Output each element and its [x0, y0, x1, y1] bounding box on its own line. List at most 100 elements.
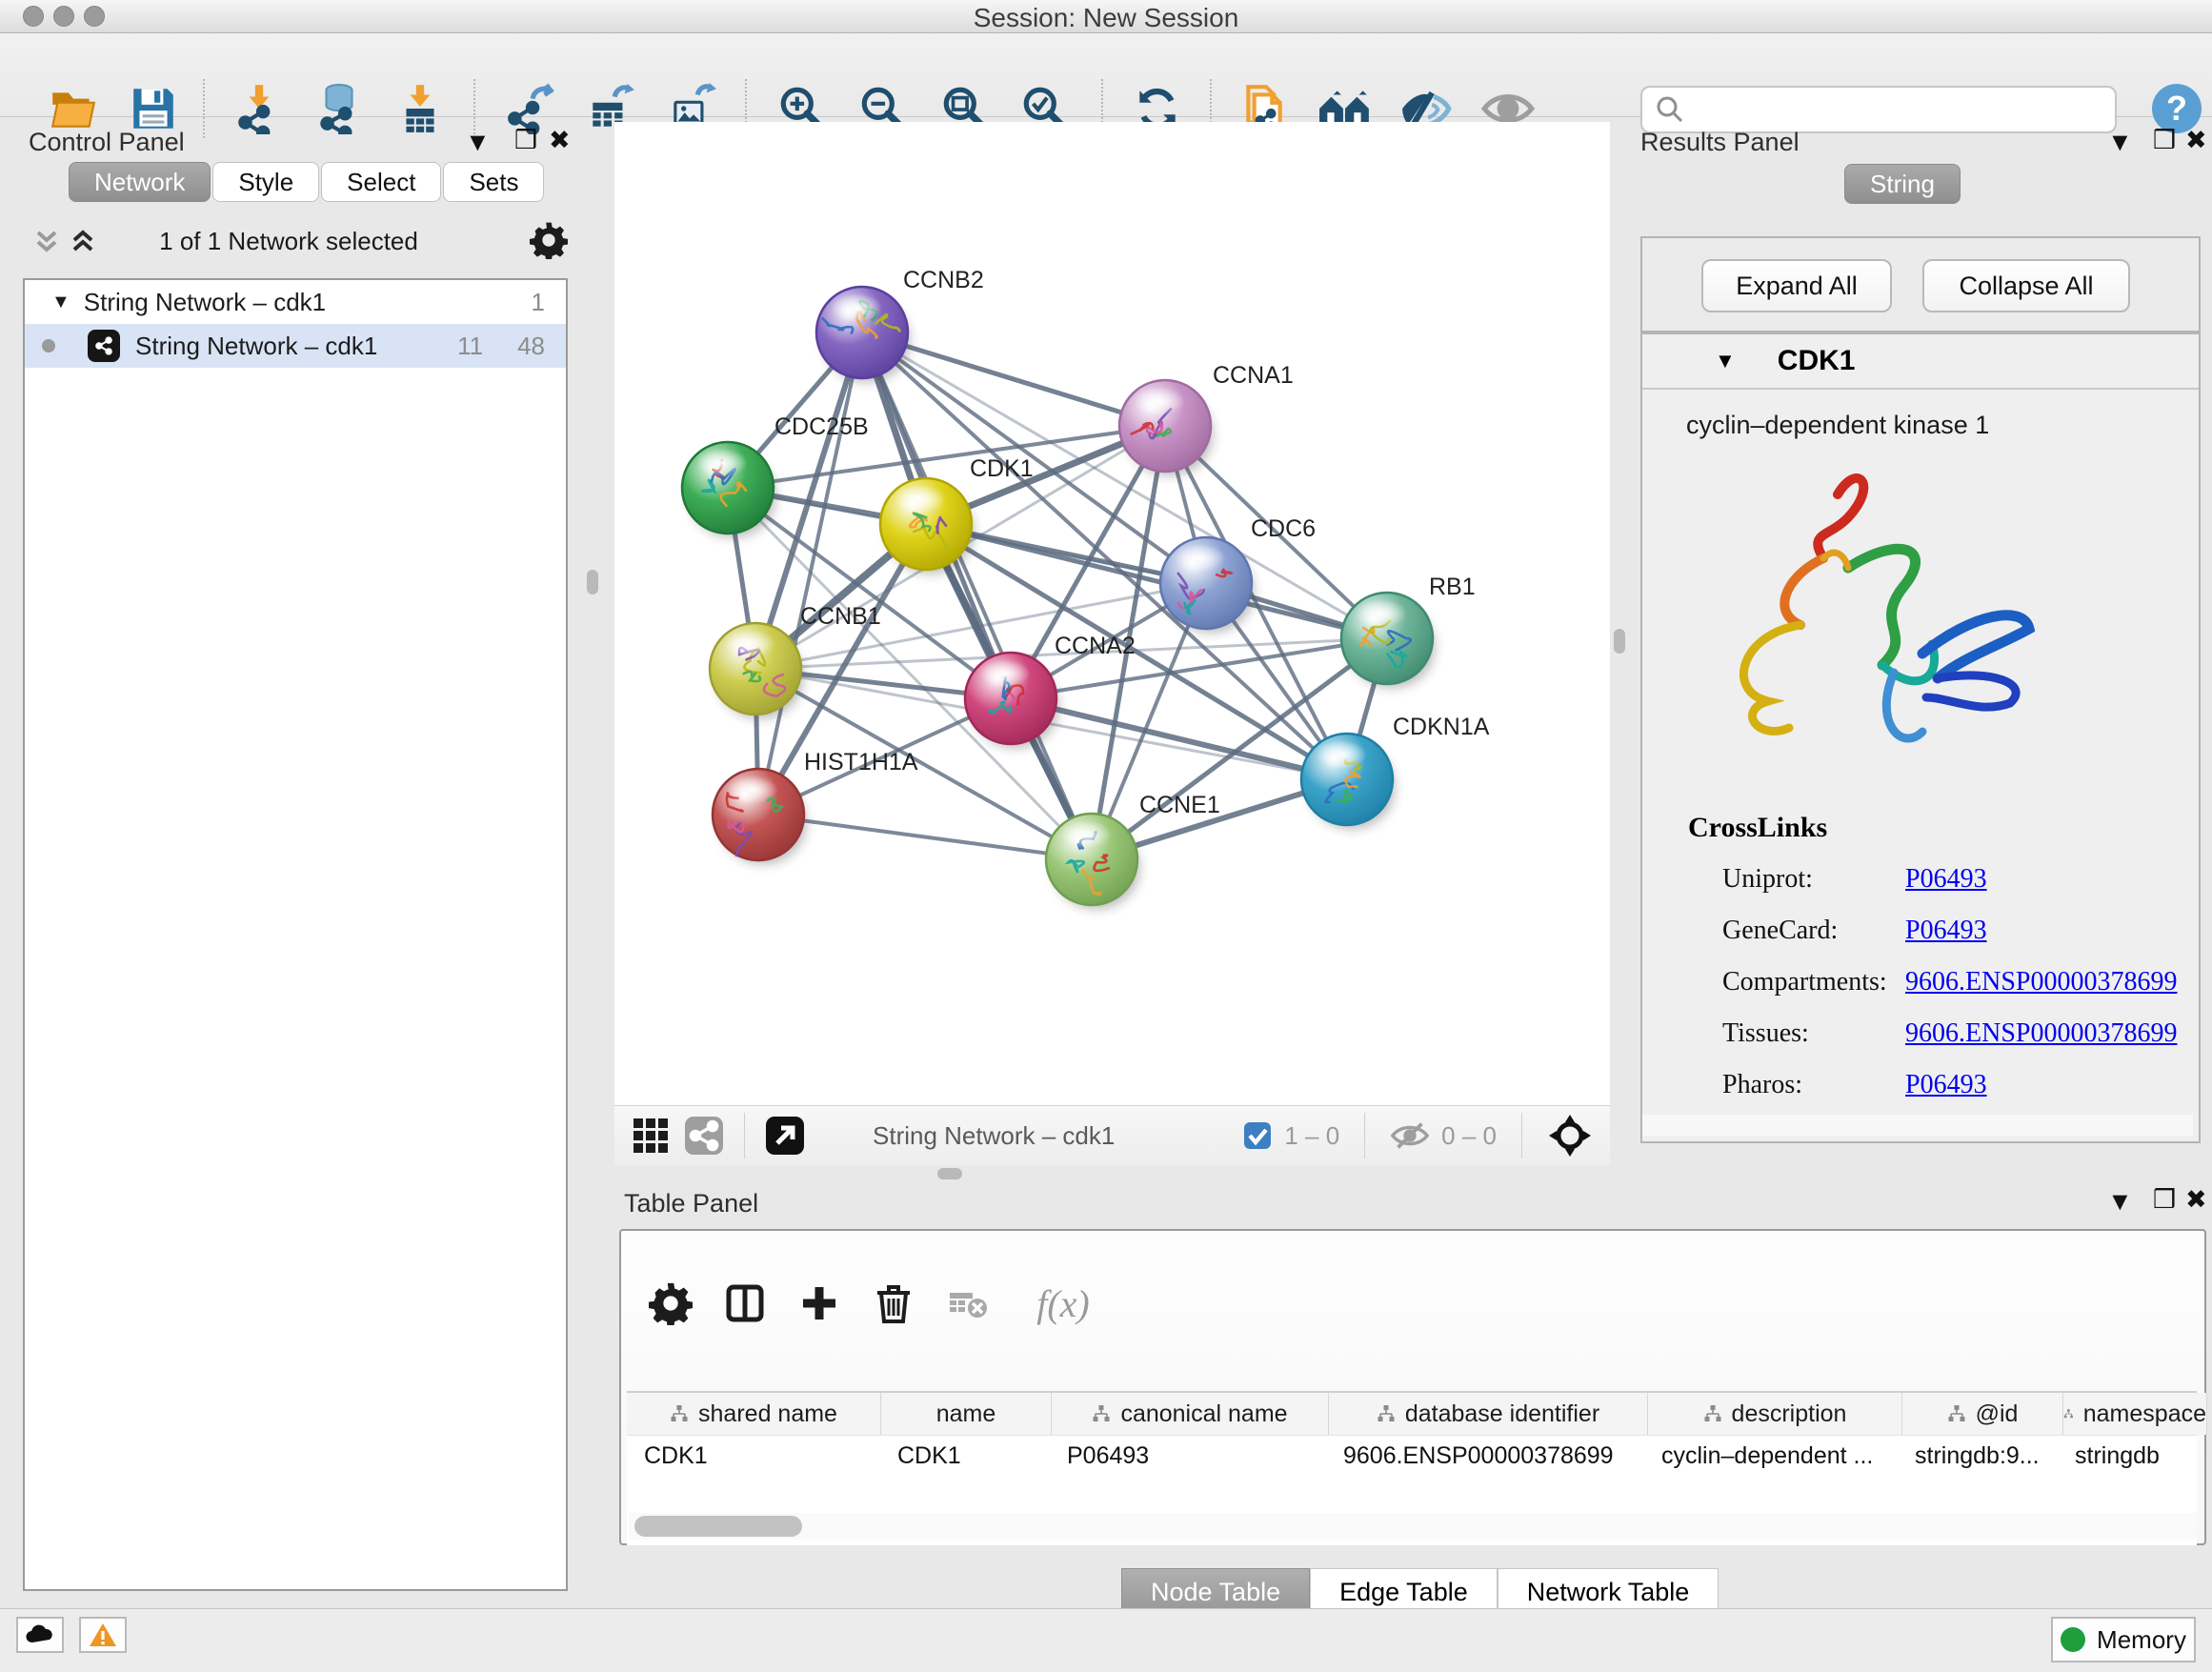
results-node-box: ▼ CDK1 cyclin–dependent kinase 1 CrossLi…: [1640, 332, 2201, 1143]
table-panel: Table Panel ▼ ❒ ✖ f(x) shared namenameca…: [614, 1181, 2206, 1601]
network-node-hist1h1a[interactable]: [713, 769, 807, 865]
network-node-ccna2[interactable]: [965, 653, 1059, 749]
column-header-description[interactable]: description: [1648, 1393, 1902, 1435]
splitter-grip[interactable]: [937, 1168, 962, 1179]
open-in-window-icon[interactable]: [758, 1109, 812, 1162]
network-collection-row[interactable]: ▼ String Network – cdk1 1: [25, 280, 566, 324]
table-cell[interactable]: CDK1: [627, 1436, 880, 1476]
grid-view-icon[interactable]: [624, 1109, 677, 1162]
tab-style[interactable]: Style: [212, 162, 319, 202]
results-horizontal-scrollbar[interactable]: [1642, 1115, 2193, 1136]
network-node-cdc25b[interactable]: [682, 442, 776, 538]
search-input[interactable]: [1692, 94, 2107, 126]
network-node-ccne1[interactable]: [1046, 814, 1140, 910]
network-view-toolbar: String Network – cdk1 1 – 0 0 – 0: [614, 1105, 1610, 1165]
network-overview-icon[interactable]: [677, 1109, 731, 1162]
network-edge[interactable]: [862, 332, 1092, 859]
network-edge[interactable]: [926, 524, 1387, 638]
table-header-row: shared namenamecanonical namedatabase id…: [627, 1393, 2197, 1435]
add-column-icon[interactable]: [793, 1277, 846, 1330]
column-header-canonicalname[interactable]: canonical name: [1052, 1393, 1329, 1435]
panel-menu-icon[interactable]: ▼: [465, 130, 491, 155]
network-edge[interactable]: [758, 815, 1092, 859]
node-section-header[interactable]: ▼ CDK1: [1642, 334, 2199, 390]
panel-menu-icon[interactable]: ▼: [2107, 130, 2133, 155]
network-row[interactable]: String Network – cdk1 11 48: [25, 324, 566, 368]
results-panel: Results Panel ▼ ❒ ✖ String Expand All Co…: [1631, 122, 2206, 1168]
table-cell[interactable]: stringdb: [2058, 1436, 2201, 1476]
collection-expand-icon[interactable]: ▼: [51, 292, 70, 313]
table-row[interactable]: CDK1CDK1P064939606.ENSP00000378699cyclin…: [627, 1435, 2197, 1476]
scrollbar-thumb[interactable]: [634, 1516, 802, 1537]
crosslink-label: Pharos:: [1722, 1070, 1905, 1100]
table-cell[interactable]: 9606.ENSP00000378699: [1326, 1436, 1644, 1476]
delete-table-icon[interactable]: [941, 1277, 995, 1330]
crosslink-label: Uniprot:: [1722, 864, 1905, 895]
column-header-name[interactable]: name: [881, 1393, 1052, 1435]
crosslink-link[interactable]: P06493: [1905, 864, 1987, 895]
tab-network[interactable]: Network: [69, 162, 211, 202]
selected-checkbox-icon[interactable]: [1242, 1120, 1273, 1151]
expand-all-button[interactable]: Expand All: [1701, 259, 1892, 312]
network-node-cdkn1a[interactable]: [1301, 734, 1396, 830]
network-node-cdk1[interactable]: [880, 478, 975, 574]
splitter-grip[interactable]: [1614, 629, 1625, 654]
table-options-gear-icon[interactable]: [644, 1277, 697, 1330]
network-node-ccna1[interactable]: [1119, 380, 1214, 476]
panel-close-icon[interactable]: ✖: [2185, 1187, 2207, 1213]
search-icon: [1654, 93, 1686, 126]
show-columns-icon[interactable]: [718, 1277, 772, 1330]
panel-close-icon[interactable]: ✖: [549, 128, 571, 153]
column-header-sharedname[interactable]: shared name: [627, 1393, 881, 1435]
panel-float-icon[interactable]: ❒: [2153, 1187, 2176, 1213]
node-label-ccne1: CCNE1: [1139, 792, 1220, 818]
table-cell[interactable]: CDK1: [880, 1436, 1050, 1476]
node-label-cdkn1a: CDKN1A: [1393, 714, 1490, 740]
function-builder-icon[interactable]: f(x): [1016, 1277, 1111, 1330]
network-canvas[interactable]: CCNB2CCNA1CDC25BCDK1CDC6RB1CCNB1CCNA2CDK…: [614, 122, 1610, 1105]
protein-structure-image: [1680, 452, 2061, 785]
panel-menu-icon[interactable]: ▼: [2107, 1189, 2133, 1215]
cloud-status-button[interactable]: [16, 1617, 64, 1653]
network-nodes[interactable]: [682, 287, 1436, 910]
crosslink-link[interactable]: P06493: [1905, 916, 1987, 946]
birdseye-toggle-icon[interactable]: [1547, 1113, 1593, 1158]
view-toolbar-separator: [744, 1113, 745, 1158]
hidden-eye-icon[interactable]: [1390, 1118, 1430, 1153]
node-label-cdk1: CDK1: [970, 455, 1034, 482]
network-edges[interactable]: [728, 332, 1387, 859]
crosslink-link[interactable]: P06493: [1905, 1070, 1987, 1100]
network-node-rb1[interactable]: [1341, 593, 1436, 689]
column-header-namespace[interactable]: namespace: [2063, 1393, 2207, 1435]
string-app-icon: [88, 330, 120, 362]
table-cell[interactable]: P06493: [1050, 1436, 1326, 1476]
network-options-gear-icon[interactable]: [530, 221, 568, 259]
section-collapse-icon[interactable]: ▼: [1715, 349, 1736, 373]
table-panel-title: Table Panel: [624, 1189, 758, 1219]
cloud-icon: [25, 1623, 55, 1646]
network-node-ccnb1[interactable]: [710, 623, 804, 719]
warning-icon: [89, 1622, 117, 1647]
main-toolbar: ?: [0, 33, 2212, 117]
status-bar: Memory: [0, 1608, 2212, 1672]
collapse-all-button[interactable]: Collapse All: [1922, 259, 2130, 312]
panel-close-icon[interactable]: ✖: [2185, 128, 2207, 153]
tab-string[interactable]: String: [1844, 164, 1961, 204]
tab-select[interactable]: Select: [321, 162, 441, 202]
panel-float-icon[interactable]: ❒: [514, 128, 537, 153]
node-description: cyclin–dependent kinase 1: [1686, 411, 2199, 440]
view-toolbar-separator: [1521, 1113, 1522, 1158]
column-header-id[interactable]: @id: [1902, 1393, 2063, 1435]
column-header-databaseidentifier[interactable]: database identifier: [1329, 1393, 1648, 1435]
table-cell[interactable]: cyclin–dependent ...: [1644, 1436, 1898, 1476]
table-cell[interactable]: stringdb:9...: [1898, 1436, 2058, 1476]
panel-float-icon[interactable]: ❒: [2153, 128, 2176, 153]
warning-status-button[interactable]: [79, 1617, 127, 1653]
crosslink-label: Compartments:: [1722, 967, 1905, 997]
memory-button[interactable]: Memory: [2051, 1617, 2196, 1662]
crosslink-link[interactable]: 9606.ENSP00000378699: [1905, 1018, 2177, 1049]
crosslink-link[interactable]: 9606.ENSP00000378699: [1905, 967, 2177, 997]
splitter-grip[interactable]: [587, 570, 598, 594]
delete-column-icon[interactable]: [867, 1277, 920, 1330]
tab-sets[interactable]: Sets: [443, 162, 544, 202]
